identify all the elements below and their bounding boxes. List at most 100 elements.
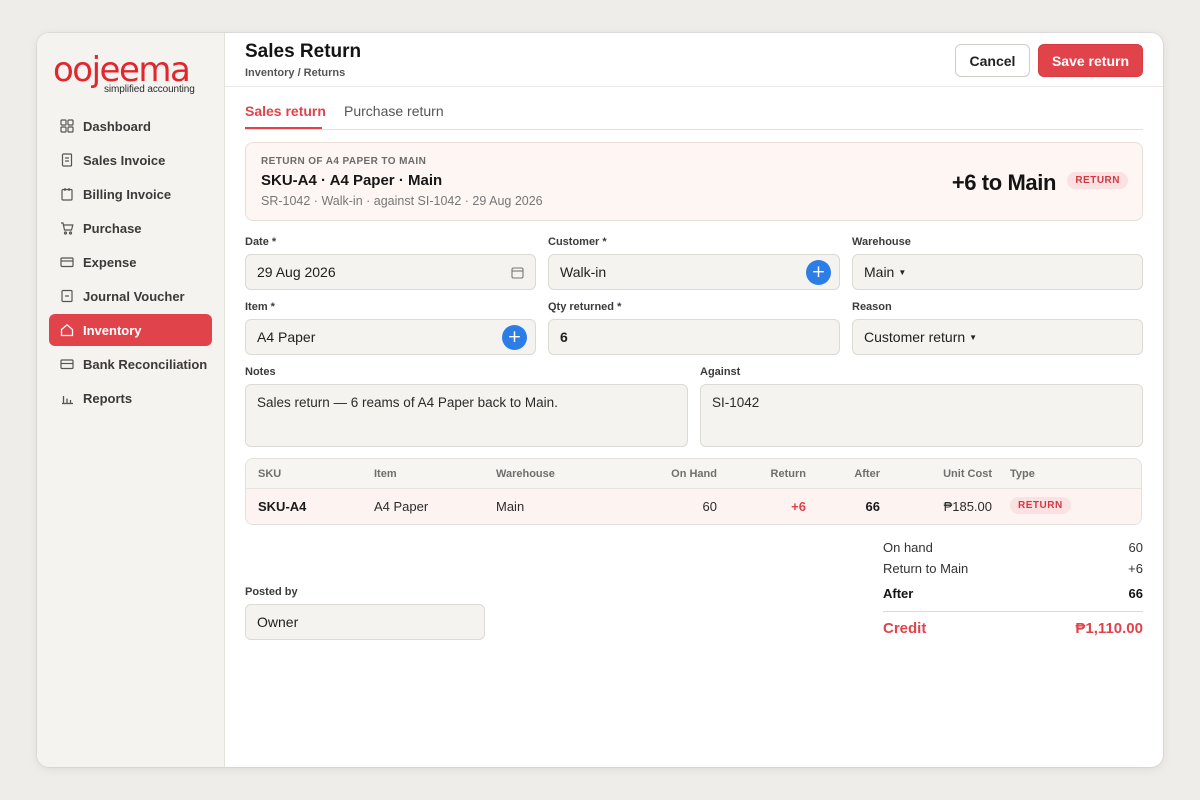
page-title: Sales Return [245, 41, 362, 62]
sidebar-item-label: Journal Voucher [83, 288, 185, 304]
inventory-table: SKU Item Warehouse On Hand Return After … [245, 458, 1142, 525]
total-return: Return to Main +6 [883, 561, 1143, 576]
summary-eyebrow: RETURN OF A4 PAPER TO MAIN [261, 156, 427, 167]
col-unit-cost: Unit Cost [943, 468, 992, 480]
sidebar-item-inventory[interactable]: Inventory [49, 314, 212, 346]
sidebar-item-expense[interactable]: Expense [49, 246, 212, 278]
cell-return: +6 [791, 499, 806, 514]
sidebar-item-billing-invoice[interactable]: Billing Invoice [49, 178, 212, 210]
warehouse-value: Main [864, 264, 895, 280]
total-on-hand-value: 60 [1128, 540, 1143, 555]
cancel-button[interactable]: Cancel [955, 44, 1030, 77]
breadcrumb[interactable]: Inventory / Returns [245, 67, 345, 79]
sidebar-item-label: Reports [83, 390, 133, 406]
sidebar-item-label: Expense [83, 254, 137, 270]
table-header: SKU Item Warehouse On Hand Return After … [246, 459, 1141, 489]
card-icon [60, 255, 74, 269]
page-header: Sales Return Inventory / Returns Cancel … [225, 33, 1163, 87]
main-content: Sales Return Inventory / Returns Cancel … [225, 33, 1163, 767]
item-label: Item * [245, 301, 275, 313]
chevron-down-icon: ▼ [898, 267, 907, 277]
reason-value: Customer return [864, 329, 966, 345]
warehouse-label: Warehouse [852, 236, 911, 248]
sidebar-item-label: Billing Invoice [83, 186, 172, 202]
col-return: Return [770, 468, 806, 480]
sidebar-item-dashboard[interactable]: Dashboard [49, 110, 212, 142]
against-label: Against [700, 366, 741, 378]
sidebar-item-label: Dashboard [83, 118, 151, 134]
bank-card-icon [60, 357, 74, 371]
status-badge: RETURN [1067, 172, 1128, 189]
total-after: After 66 [883, 586, 1143, 601]
sidebar-item-label: Purchase [83, 220, 142, 236]
totals-divider [883, 611, 1143, 612]
date-field[interactable]: 29 Aug 2026 [245, 254, 536, 290]
notes-label: Notes [245, 366, 276, 378]
item-value: A4 Paper [257, 329, 316, 345]
col-warehouse: Warehouse [496, 468, 555, 480]
total-credit-label: Credit [883, 620, 927, 637]
sidebar-item-label: Bank Reconciliation [83, 356, 208, 372]
total-on-hand: On hand 60 [883, 540, 1143, 555]
customer-value: Walk-in [560, 264, 607, 280]
bar-chart-icon [60, 391, 74, 405]
item-field[interactable]: A4 Paper + [245, 319, 536, 355]
col-item: Item [374, 468, 397, 480]
sidebar-item-label: Inventory [83, 322, 142, 338]
summary-subtitle: SR-1042 · Walk-in · against SI-1042 · 29… [261, 194, 543, 208]
tab-sales-return[interactable]: Sales return [245, 103, 326, 119]
posted-by-field[interactable]: Owner [245, 604, 485, 640]
col-sku: SKU [258, 468, 282, 480]
total-return-value: +6 [1128, 561, 1143, 576]
cell-unit-cost: ₱185.00 [943, 499, 992, 514]
cell-item: A4 Paper [374, 499, 429, 514]
total-after-value: 66 [1128, 586, 1143, 601]
reason-select[interactable]: Customer return ▼ [852, 319, 1143, 355]
customer-field[interactable]: Walk-in + [548, 254, 840, 290]
total-return-label: Return to Main [883, 561, 969, 576]
col-type: Type [1010, 468, 1035, 480]
clipboard-icon [60, 187, 74, 201]
return-summary-card: RETURN OF A4 PAPER TO MAIN SKU-A4 · A4 P… [245, 142, 1143, 221]
add-item-button[interactable]: + [502, 325, 527, 350]
warehouse-select[interactable]: Main ▼ [852, 254, 1143, 290]
tab-purchase-return[interactable]: Purchase return [344, 103, 444, 119]
notes-textarea[interactable]: Sales return — 6 reams of A4 Paper back … [245, 384, 688, 447]
col-after: After [854, 468, 880, 480]
table-row[interactable]: SKU-A4 A4 Paper Main 60 +6 66 ₱185.00 RE… [246, 489, 1141, 524]
sidebar-item-reports[interactable]: Reports [49, 382, 212, 414]
cell-warehouse: Main [496, 499, 525, 514]
posted-by-label: Posted by [245, 586, 298, 598]
summary-quantity-change: +6 to Main [951, 170, 1057, 195]
app-window: oojeema simplified accounting Dashboard … [37, 33, 1163, 767]
col-on-hand: On Hand [671, 468, 717, 480]
grid-icon [60, 119, 74, 133]
sidebar-nav: Dashboard Sales Invoice Billing Invoice … [49, 110, 212, 416]
sidebar: oojeema simplified accounting Dashboard … [37, 33, 225, 767]
sidebar-item-label: Sales Invoice [83, 152, 166, 168]
qty-returned-input[interactable]: 6 [548, 319, 840, 355]
save-return-button[interactable]: Save return [1038, 44, 1143, 77]
add-customer-button[interactable]: + [806, 260, 831, 285]
sidebar-item-sales-invoice[interactable]: Sales Invoice [49, 144, 212, 176]
tab-bar: Sales return Purchase return [245, 95, 1143, 130]
sidebar-item-bank-reconciliation[interactable]: Bank Reconciliation [49, 348, 212, 380]
date-label: Date * [245, 236, 277, 248]
sidebar-item-journal-voucher[interactable]: Journal Voucher [49, 280, 212, 312]
active-tab-indicator [245, 127, 322, 129]
date-value: 29 Aug 2026 [257, 264, 336, 280]
sidebar-item-purchase[interactable]: Purchase [49, 212, 212, 244]
type-badge: RETURN [1010, 497, 1071, 514]
cell-on-hand: 60 [702, 499, 717, 514]
chevron-down-icon: ▼ [969, 332, 978, 342]
total-after-label: After [883, 586, 914, 601]
cart-icon [60, 221, 74, 235]
calendar-icon[interactable] [511, 266, 524, 279]
against-textarea[interactable]: SI-1042 [700, 384, 1143, 447]
summary-title: SKU-A4 · A4 Paper · Main [261, 172, 443, 189]
cell-sku: SKU-A4 [258, 499, 307, 514]
brand-logo[interactable]: oojeema simplified accounting [53, 51, 213, 95]
brand-tagline: simplified accounting [104, 84, 195, 95]
total-credit: Credit ₱1,110.00 [883, 620, 1143, 637]
reason-label: Reason [852, 301, 892, 313]
